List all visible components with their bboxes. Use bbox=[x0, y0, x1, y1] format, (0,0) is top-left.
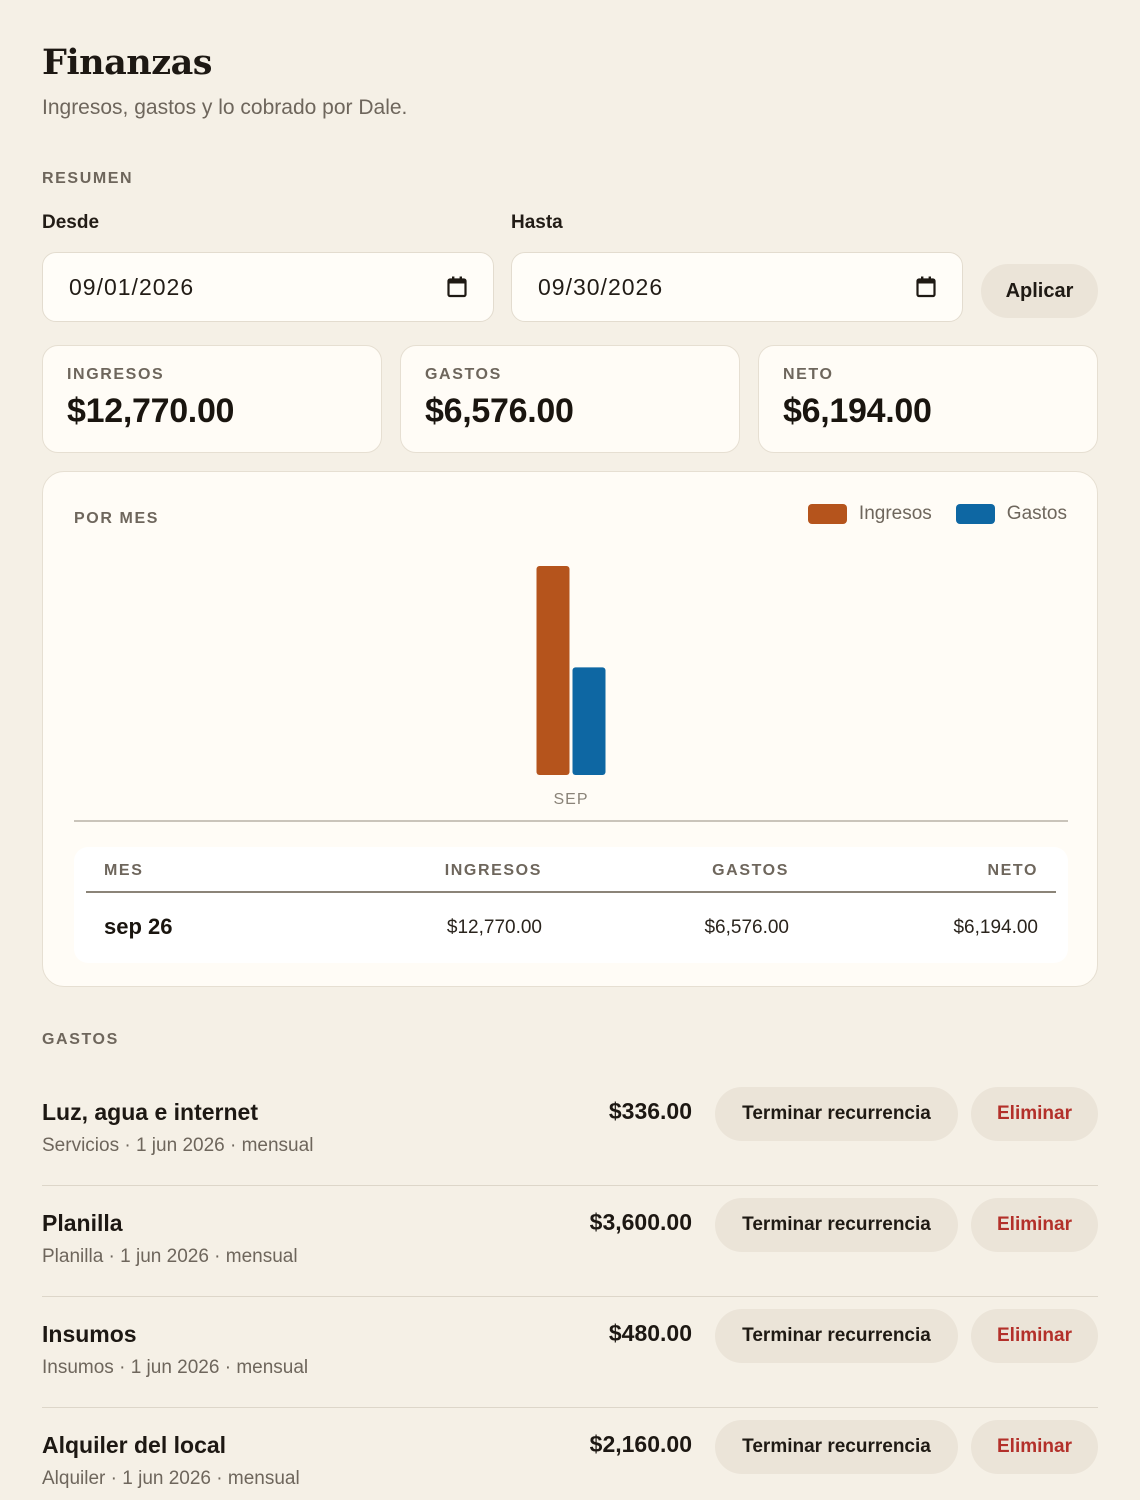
page-title: Finanzas bbox=[42, 42, 212, 83]
to-date-value: 09/30/2026 bbox=[538, 273, 664, 300]
terminate-recurrence-button[interactable]: Terminar recurrencia bbox=[715, 1309, 958, 1363]
expense-row: Alquiler del local Alquiler · 1 jun 2026… bbox=[42, 1408, 1098, 1500]
expenses-section-label: GASTOS bbox=[42, 1031, 119, 1048]
legend-swatch-expenses bbox=[955, 504, 995, 524]
legend-label-expenses: Gastos bbox=[1006, 503, 1067, 524]
expense-amount: $3,600.00 bbox=[589, 1209, 692, 1235]
summary-section-label: RESUMEN bbox=[42, 170, 134, 187]
calendar-icon[interactable] bbox=[447, 276, 467, 298]
apply-button[interactable]: Aplicar bbox=[981, 264, 1098, 318]
expenses-card-value: $6,576.00 bbox=[425, 392, 574, 430]
legend-item-income: Ingresos bbox=[807, 503, 932, 525]
to-date-input[interactable]: 09/30/2026 bbox=[511, 252, 963, 322]
terminate-recurrence-button[interactable]: Terminar recurrencia bbox=[715, 1420, 958, 1474]
expense-amount: $336.00 bbox=[608, 1098, 692, 1124]
table-cell-month: sep 26 bbox=[104, 914, 173, 939]
expense-meta: Planilla · 1 jun 2026 · mensual bbox=[42, 1246, 298, 1267]
expense-name: Alquiler del local bbox=[42, 1432, 227, 1458]
net-card-value: $6,194.00 bbox=[783, 392, 932, 430]
expense-name: Insumos bbox=[42, 1321, 137, 1347]
expenses-card: GASTOS $6,576.00 bbox=[400, 345, 740, 453]
legend-label-income: Ingresos bbox=[858, 503, 932, 524]
income-card: INGRESOS $12,770.00 bbox=[42, 345, 382, 453]
table-cell-income: $12,770.00 bbox=[446, 917, 542, 938]
terminate-recurrence-button[interactable]: Terminar recurrencia bbox=[715, 1198, 958, 1252]
chart-legend: Ingresos Gastos bbox=[784, 503, 1067, 525]
legend-item-expenses: Gastos bbox=[955, 503, 1067, 525]
expense-row: Luz, agua e internet Servicios · 1 jun 2… bbox=[42, 1075, 1098, 1186]
delete-button[interactable]: Eliminar bbox=[971, 1087, 1098, 1141]
x-tick-label: SEP bbox=[553, 791, 588, 808]
expense-meta: Alquiler · 1 jun 2026 · mensual bbox=[42, 1468, 300, 1489]
table-header-income: INGRESOS bbox=[444, 862, 542, 879]
from-date-input[interactable]: 09/01/2026 bbox=[42, 252, 494, 322]
page-subtitle: Ingresos, gastos y lo cobrado por Dale. bbox=[42, 96, 408, 119]
table-header-net: NETO bbox=[987, 862, 1038, 879]
table-header-month: MES bbox=[104, 862, 144, 879]
expense-row: Planilla Planilla · 1 jun 2026 · mensual… bbox=[42, 1186, 1098, 1297]
expense-amount: $2,160.00 bbox=[589, 1431, 692, 1457]
expenses-card-label: GASTOS bbox=[425, 366, 502, 383]
from-label: Desde bbox=[42, 212, 100, 233]
monthly-bar-chart: SEP bbox=[74, 566, 1068, 822]
monthly-chart-card: SEP POR MES Ingresos Gastos MES INGRESOS… bbox=[42, 471, 1098, 987]
bar-gastos-sep bbox=[572, 667, 606, 775]
chart-title: POR MES bbox=[74, 510, 159, 527]
expense-name: Planilla bbox=[42, 1210, 123, 1236]
bar-ingresos-sep bbox=[536, 566, 570, 775]
net-card: NETO $6,194.00 bbox=[758, 345, 1098, 453]
table-cell-expenses: $6,576.00 bbox=[704, 917, 789, 938]
terminate-recurrence-button[interactable]: Terminar recurrencia bbox=[715, 1087, 958, 1141]
monthly-table: MES INGRESOS GASTOS NETO sep 26 $12,770.… bbox=[74, 847, 1068, 963]
expense-meta: Servicios · 1 jun 2026 · mensual bbox=[42, 1135, 314, 1156]
delete-button[interactable]: Eliminar bbox=[971, 1198, 1098, 1252]
table-header-divider bbox=[86, 891, 1056, 893]
to-label: Hasta bbox=[511, 212, 563, 233]
legend-swatch-income bbox=[807, 504, 847, 524]
income-card-label: INGRESOS bbox=[67, 366, 165, 383]
income-card-value: $12,770.00 bbox=[67, 392, 235, 430]
net-card-label: NETO bbox=[783, 366, 834, 383]
calendar-icon[interactable] bbox=[916, 276, 936, 298]
expense-row: Insumos Insumos · 1 jun 2026 · mensual $… bbox=[42, 1297, 1098, 1408]
from-date-value: 09/01/2026 bbox=[69, 273, 195, 300]
expense-amount: $480.00 bbox=[608, 1320, 692, 1346]
table-header-expenses: GASTOS bbox=[712, 862, 789, 879]
table-cell-net: $6,194.00 bbox=[953, 917, 1038, 938]
delete-button[interactable]: Eliminar bbox=[971, 1309, 1098, 1363]
expense-meta: Insumos · 1 jun 2026 · mensual bbox=[42, 1357, 309, 1378]
expense-name: Luz, agua e internet bbox=[42, 1099, 258, 1125]
delete-button[interactable]: Eliminar bbox=[971, 1420, 1098, 1474]
